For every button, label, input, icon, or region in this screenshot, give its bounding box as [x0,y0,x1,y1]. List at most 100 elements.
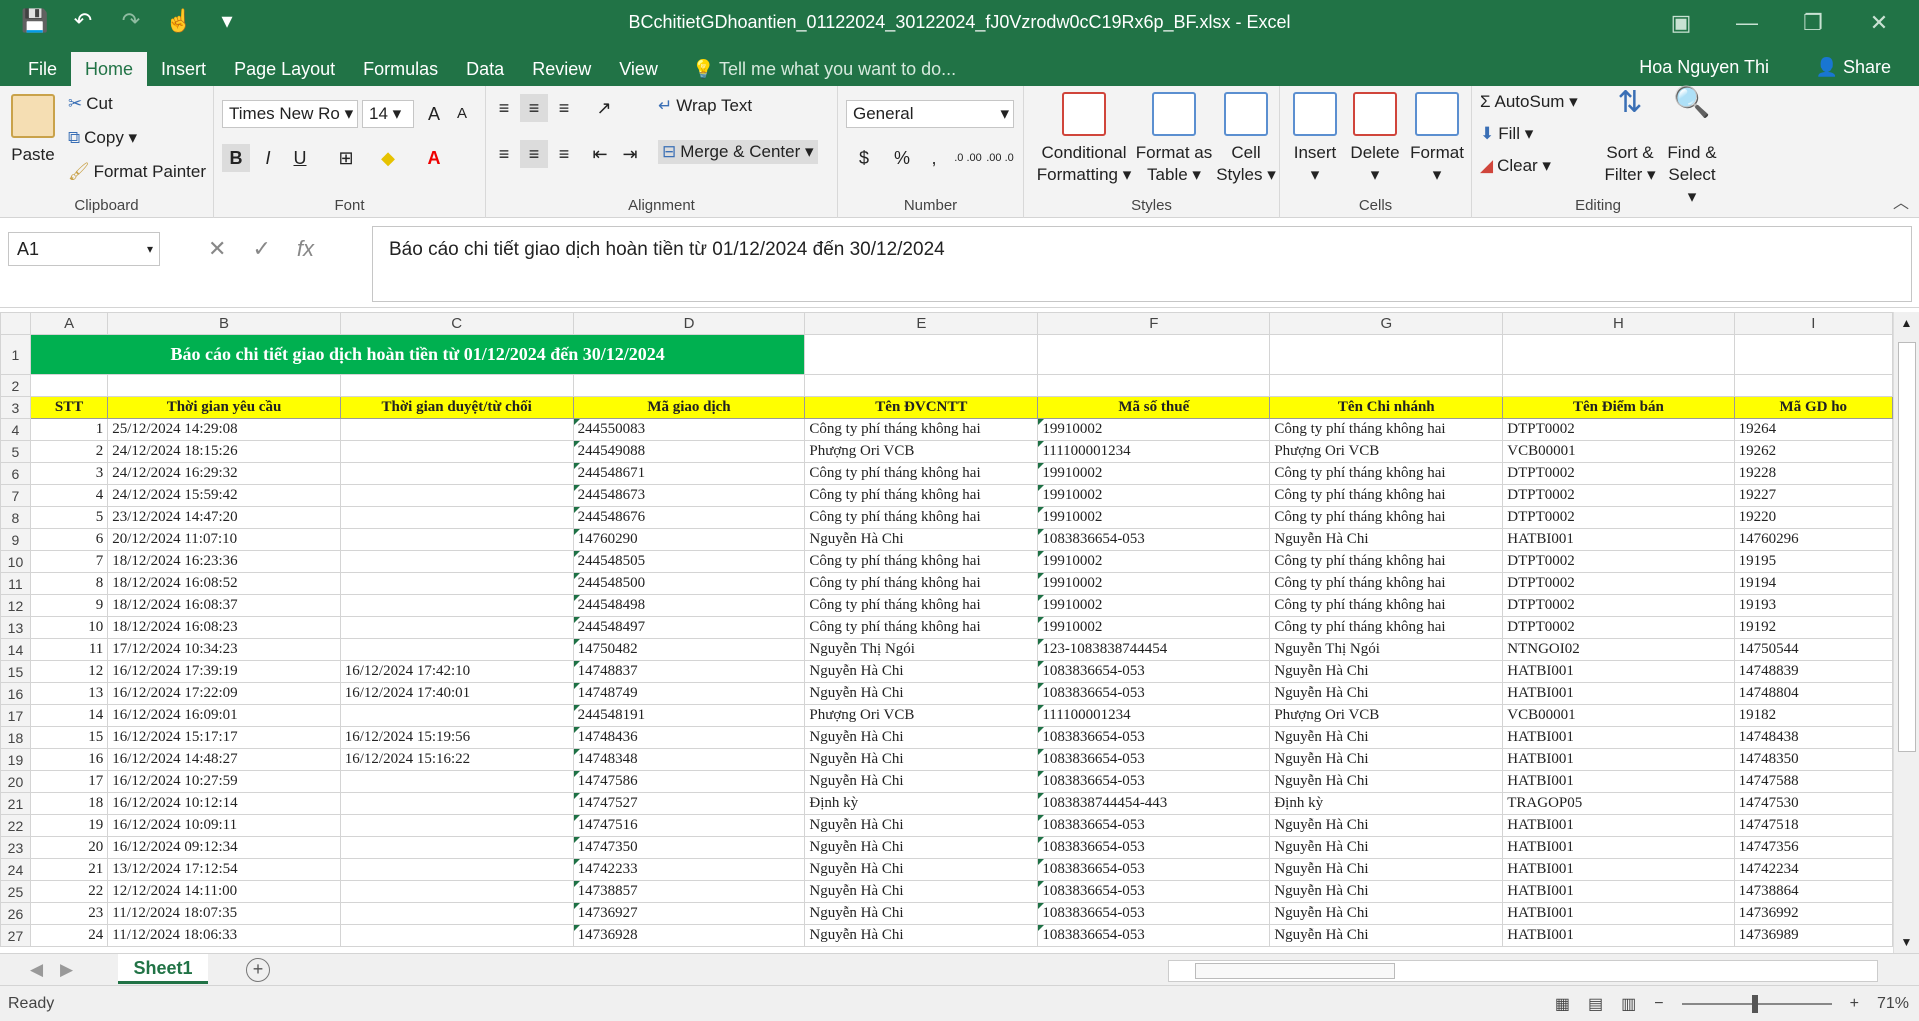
zoom-slider[interactable] [1681,995,1832,1013]
cell[interactable]: DTPT0002 [1502,594,1735,617]
cell[interactable]: Nguyễn Hà Chi [1269,836,1504,859]
cell[interactable]: 19 [29,814,109,837]
cell[interactable]: 12/12/2024 14:11:00 [107,880,341,903]
cell[interactable]: 14748804 [1733,682,1893,705]
cell[interactable]: 19910002 [1037,418,1271,441]
format-as-table-button[interactable]: Format as Table ▾ [1134,92,1214,186]
cell[interactable] [1269,374,1504,397]
formula-input[interactable]: Báo cáo chi tiết giao dịch hoàn tiền từ … [372,226,1912,302]
cell[interactable]: Phượng Ori VCB [804,704,1039,727]
cell[interactable]: 1083836654-053 [1037,836,1271,859]
row-header[interactable]: 6 [0,462,31,485]
column-title-cell[interactable]: Mã giao dịch [572,396,806,419]
row-header[interactable]: 10 [0,550,31,573]
cell[interactable]: Công ty phí tháng không hai [1269,594,1504,617]
cell[interactable]: Nguyễn Hà Chi [804,682,1039,705]
cell[interactable]: 19910002 [1037,462,1271,485]
cell[interactable]: 14738864 [1733,880,1893,903]
cell[interactable]: 16/12/2024 09:12:34 [107,836,341,859]
cell[interactable]: Nguyễn Hà Chi [1269,528,1504,551]
select-all-corner[interactable] [0,312,31,335]
next-sheet-icon[interactable]: ▶ [60,960,73,980]
cell[interactable]: 1083836654-053 [1037,770,1271,793]
percent-button[interactable]: % [888,144,916,172]
cell[interactable]: Công ty phí tháng không hai [804,616,1039,639]
cell[interactable]: HATBI001 [1502,660,1735,683]
cell[interactable]: Nguyễn Hà Chi [1269,902,1504,925]
cell[interactable]: 244548505 [572,550,806,573]
cell[interactable]: 14748350 [1733,748,1893,771]
cell[interactable]: 11/12/2024 18:06:33 [107,924,341,947]
cell[interactable]: VCB00001 [1502,704,1735,727]
cell[interactable]: 14747588 [1733,770,1893,793]
cell[interactable]: 6 [29,528,109,551]
cell[interactable]: Công ty phí tháng không hai [1269,572,1504,595]
cell[interactable]: 1083836654-053 [1037,902,1271,925]
cell[interactable] [339,440,574,463]
cell[interactable]: 244548676 [572,506,806,529]
align-center-icon[interactable]: ≡ [520,140,548,168]
borders-icon[interactable]: ⊞ [332,144,360,172]
cell[interactable] [1502,334,1735,375]
cell[interactable]: 8 [29,572,109,595]
cell[interactable]: 11/12/2024 18:07:35 [107,902,341,925]
cell[interactable]: Nguyễn Hà Chi [1269,748,1504,771]
cell[interactable]: Nguyễn Hà Chi [804,880,1039,903]
cell[interactable] [804,334,1039,375]
user-name[interactable]: Hoa Nguyen Thi [1639,57,1769,78]
tab-data[interactable]: Data [452,52,518,86]
cell[interactable]: 1083836654-053 [1037,858,1271,881]
column-header[interactable]: F [1037,312,1271,335]
cell[interactable]: 19182 [1733,704,1893,727]
row-header[interactable]: 11 [0,572,31,595]
cell[interactable]: Công ty phí tháng không hai [1269,506,1504,529]
cell[interactable]: Công ty phí tháng không hai [804,484,1039,507]
cell[interactable]: 16/12/2024 15:17:17 [107,726,341,749]
ribbon-display-icon[interactable]: ▣ [1653,6,1709,40]
row-header[interactable]: 25 [0,880,31,903]
cell[interactable]: Nguyễn Hà Chi [1269,814,1504,837]
vertical-scroll-thumb[interactable] [1898,342,1916,752]
cell[interactable] [339,594,574,617]
cell[interactable] [339,770,574,793]
cell[interactable]: DTPT0002 [1502,506,1735,529]
shrink-font-button[interactable]: A [448,100,476,128]
cell[interactable] [1733,374,1893,397]
cell[interactable] [339,418,574,441]
cell[interactable]: Công ty phí tháng không hai [1269,550,1504,573]
horizontal-scroll-thumb[interactable] [1195,963,1395,979]
cell[interactable]: Nguyễn Hà Chi [804,726,1039,749]
cell[interactable]: Nguyễn Hà Chi [804,836,1039,859]
cell[interactable]: 20 [29,836,109,859]
row-header[interactable]: 14 [0,638,31,661]
row-header[interactable]: 22 [0,814,31,837]
row-header[interactable]: 26 [0,902,31,925]
font-size-select[interactable]: 14 ▾ [362,100,414,128]
merge-center-button[interactable]: ⊟ Merge & Center ▾ [658,140,818,164]
cell[interactable]: Nguyễn Hà Chi [804,748,1039,771]
cell[interactable]: 14736928 [572,924,806,947]
column-title-cell[interactable]: STT [29,396,109,419]
column-header[interactable]: H [1502,312,1735,335]
cell[interactable]: Nguyễn Hà Chi [804,924,1039,947]
row-header[interactable]: 27 [0,924,31,947]
cell[interactable]: HATBI001 [1502,814,1735,837]
cell[interactable]: 14748348 [572,748,806,771]
tab-view[interactable]: View [605,52,672,86]
cell[interactable]: HATBI001 [1502,858,1735,881]
cell[interactable]: 11 [29,638,109,661]
orientation-icon[interactable]: ↗ [590,94,618,122]
cell[interactable]: 18/12/2024 16:23:36 [107,550,341,573]
cell[interactable]: 19193 [1733,594,1893,617]
cell[interactable]: 14748436 [572,726,806,749]
cell[interactable] [1269,334,1504,375]
cell[interactable]: 3 [29,462,109,485]
cell[interactable]: 14747527 [572,792,806,815]
cell[interactable]: HATBI001 [1502,682,1735,705]
vertical-scrollbar[interactable]: ▲ ▼ [1893,312,1919,953]
cell[interactable]: 1083836654-053 [1037,660,1271,683]
cell[interactable]: DTPT0002 [1502,462,1735,485]
row-header[interactable]: 15 [0,660,31,683]
cell[interactable] [339,528,574,551]
cell[interactable]: 20/12/2024 11:07:10 [107,528,341,551]
